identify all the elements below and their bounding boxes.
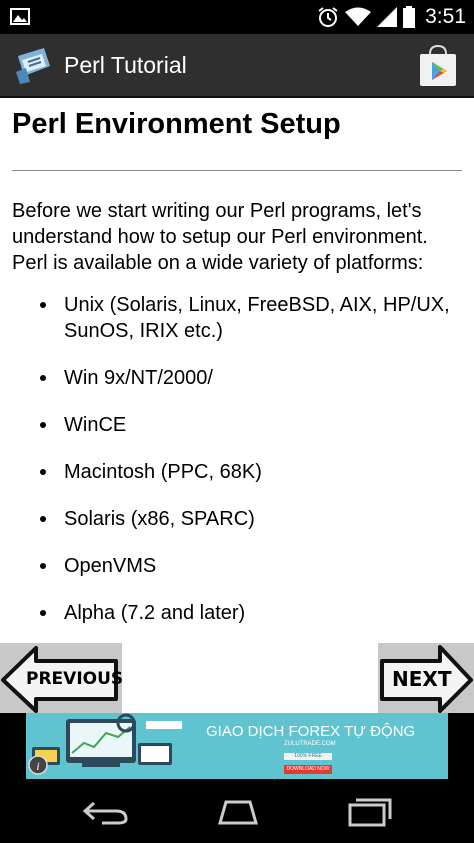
previous-button[interactable]: PREVIOUS bbox=[0, 643, 124, 713]
page-title: Perl Environment Setup bbox=[12, 108, 341, 140]
system-navigation-bar bbox=[0, 781, 474, 843]
title-divider bbox=[12, 170, 462, 171]
ad-row: GIAO DỊCH FOREX TỰ ĐỘNG ZULUTRADE.COM 10… bbox=[0, 713, 474, 781]
page-navigation: PREVIOUS NEXT bbox=[0, 643, 474, 713]
back-icon[interactable] bbox=[82, 799, 130, 825]
recent-apps-icon[interactable] bbox=[346, 797, 392, 827]
home-icon[interactable] bbox=[212, 799, 264, 825]
action-bar: Perl Tutorial bbox=[0, 34, 474, 98]
trading-illustration-icon bbox=[32, 713, 182, 767]
alarm-icon bbox=[318, 7, 338, 27]
battery-icon bbox=[403, 6, 416, 28]
ad-info-icon[interactable]: i bbox=[28, 755, 48, 775]
perl-app-icon[interactable] bbox=[14, 46, 54, 84]
list-item: Solaris (x86, SPARC) bbox=[12, 506, 462, 532]
next-label: NEXT bbox=[392, 667, 452, 691]
platform-list: Unix (Solaris, Linux, FreeBSD, AIX, HP/U… bbox=[12, 292, 462, 643]
clock: 3:51 bbox=[425, 5, 466, 28]
ad-download-button[interactable]: DOWNLOAD NOW bbox=[284, 765, 332, 774]
wifi-icon bbox=[345, 7, 372, 26]
app-title: Perl Tutorial bbox=[64, 52, 187, 78]
ad-subtext: ZULUTRADE.COM bbox=[284, 741, 336, 747]
content-area[interactable]: Perl Environment Setup Before we start w… bbox=[0, 96, 474, 643]
list-item: Alpha (7.2 and later) bbox=[12, 600, 462, 626]
intro-paragraph: Before we start writing our Perl program… bbox=[12, 200, 428, 274]
previous-label: PREVIOUS bbox=[26, 669, 124, 689]
ad-banner[interactable]: GIAO DỊCH FOREX TỰ ĐỘNG ZULUTRADE.COM 10… bbox=[26, 713, 448, 779]
status-bar: 3:51 bbox=[0, 0, 474, 34]
list-item: Win 9x/NT/2000/ bbox=[12, 365, 462, 391]
gallery-icon bbox=[10, 8, 30, 25]
list-item: Macintosh (PPC, 68K) bbox=[12, 459, 462, 485]
play-store-icon[interactable] bbox=[418, 44, 458, 88]
svg-text:i: i bbox=[36, 759, 39, 773]
signal-icon bbox=[377, 7, 398, 27]
next-button[interactable]: NEXT bbox=[378, 643, 474, 713]
list-item: Unix (Solaris, Linux, FreeBSD, AIX, HP/U… bbox=[12, 292, 462, 344]
list-item: OpenVMS bbox=[12, 553, 462, 579]
ad-headline: GIAO DỊCH FOREX TỰ ĐỘNG bbox=[206, 723, 416, 740]
ad-free-button[interactable]: 100% FREE bbox=[284, 753, 332, 760]
list-item: WinCE bbox=[12, 412, 462, 438]
